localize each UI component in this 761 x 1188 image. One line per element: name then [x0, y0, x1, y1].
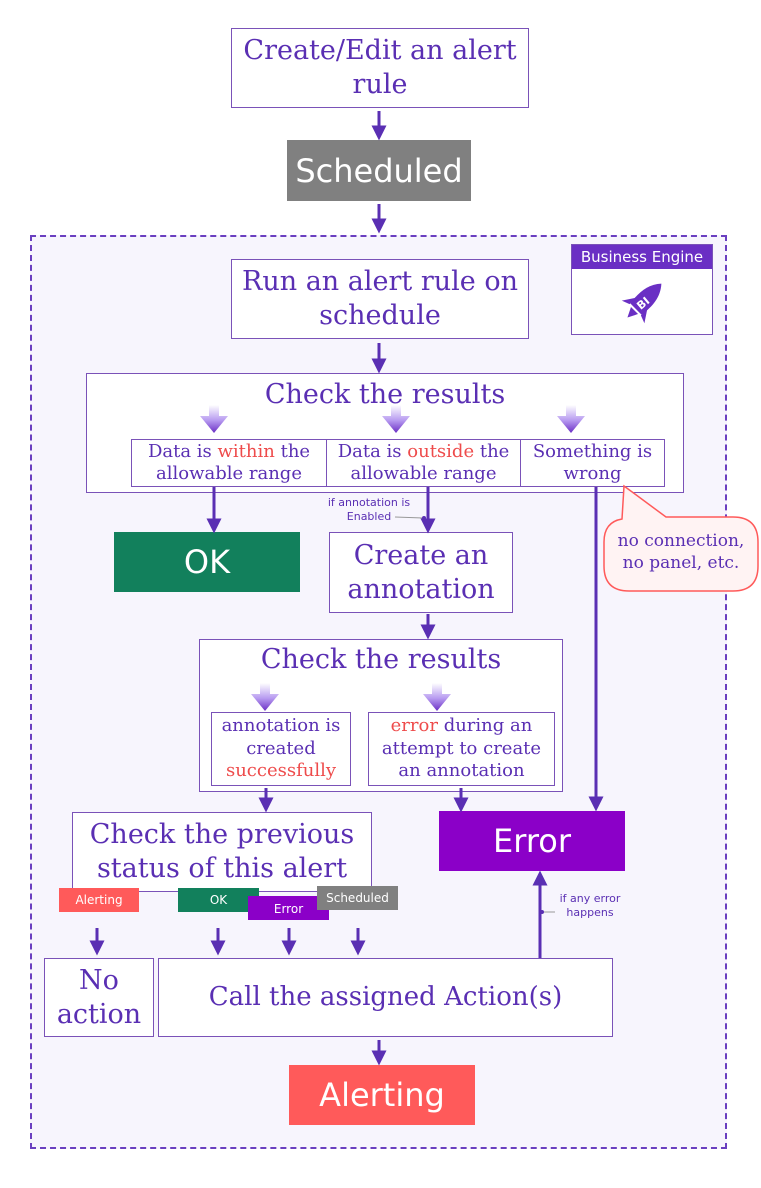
- no-action-node: No action: [44, 958, 154, 1037]
- create-edit-rule-label: Create/Edit an alert rule: [243, 35, 517, 100]
- error-node: Error: [439, 811, 625, 871]
- outcome-outside-range: Data is outside the allowable range: [326, 439, 521, 487]
- ok-node: OK: [114, 532, 300, 592]
- callout-text: no connection, no panel, etc.: [617, 531, 745, 574]
- error-label: Error: [493, 822, 571, 860]
- check-annotation-title: Check the results: [260, 644, 502, 675]
- create-annotation-node: Create an annotation: [329, 532, 513, 613]
- ann-created-word: successfully: [225, 760, 337, 782]
- tag-scheduled: Scheduled: [317, 886, 398, 910]
- alerting-label: Alerting: [319, 1076, 445, 1114]
- scheduled-node: Scheduled: [287, 140, 471, 201]
- ok-label: OK: [183, 543, 231, 581]
- outside-pre: Data is: [337, 440, 408, 462]
- outcome-within-range: Data is within the allowable range: [131, 439, 327, 487]
- check-results-title: Check the results: [264, 379, 506, 410]
- something-wrong-label: Something is wrong: [532, 440, 653, 485]
- call-actions-node: Call the assigned Action(s): [158, 958, 613, 1037]
- ann-error-word: error: [390, 715, 438, 737]
- rocket-icon: BI: [621, 283, 662, 324]
- outside-word: outside: [407, 440, 475, 462]
- ann-created-pre: annotation is created: [221, 715, 341, 759]
- within-word: within: [217, 440, 275, 462]
- alerting-node: Alerting: [289, 1065, 475, 1125]
- tag-alerting: Alerting: [59, 888, 139, 912]
- check-previous-label: Check the previous status of this alert: [89, 819, 355, 884]
- no-action-label: No action: [56, 964, 142, 1030]
- business-engine-logo: Business Engine BI: [571, 244, 713, 335]
- annotation-error-node: error during an attempt to create an ann…: [368, 712, 555, 786]
- note-if-annotation: if annotation is Enabled: [327, 496, 411, 523]
- check-previous-status-node: Check the previous status of this alert: [72, 812, 372, 892]
- outcome-something-wrong: Something is wrong: [520, 439, 665, 487]
- run-rule-node: Run an alert rule on schedule: [231, 259, 529, 339]
- tag-ok: OK: [178, 888, 259, 912]
- scheduled-label: Scheduled: [295, 151, 463, 190]
- create-annotation-label: Create an annotation: [347, 539, 495, 605]
- create-edit-rule-node: Create/Edit an alert rule: [231, 28, 529, 108]
- note-if-any-error: if any error happens: [559, 892, 621, 919]
- logo-label: Business Engine: [572, 245, 712, 269]
- call-actions-label: Call the assigned Action(s): [208, 982, 563, 1013]
- run-rule-label: Run an alert rule on schedule: [242, 266, 518, 331]
- annotation-success-node: annotation is created successfully: [211, 712, 351, 786]
- within-pre: Data is: [147, 440, 218, 462]
